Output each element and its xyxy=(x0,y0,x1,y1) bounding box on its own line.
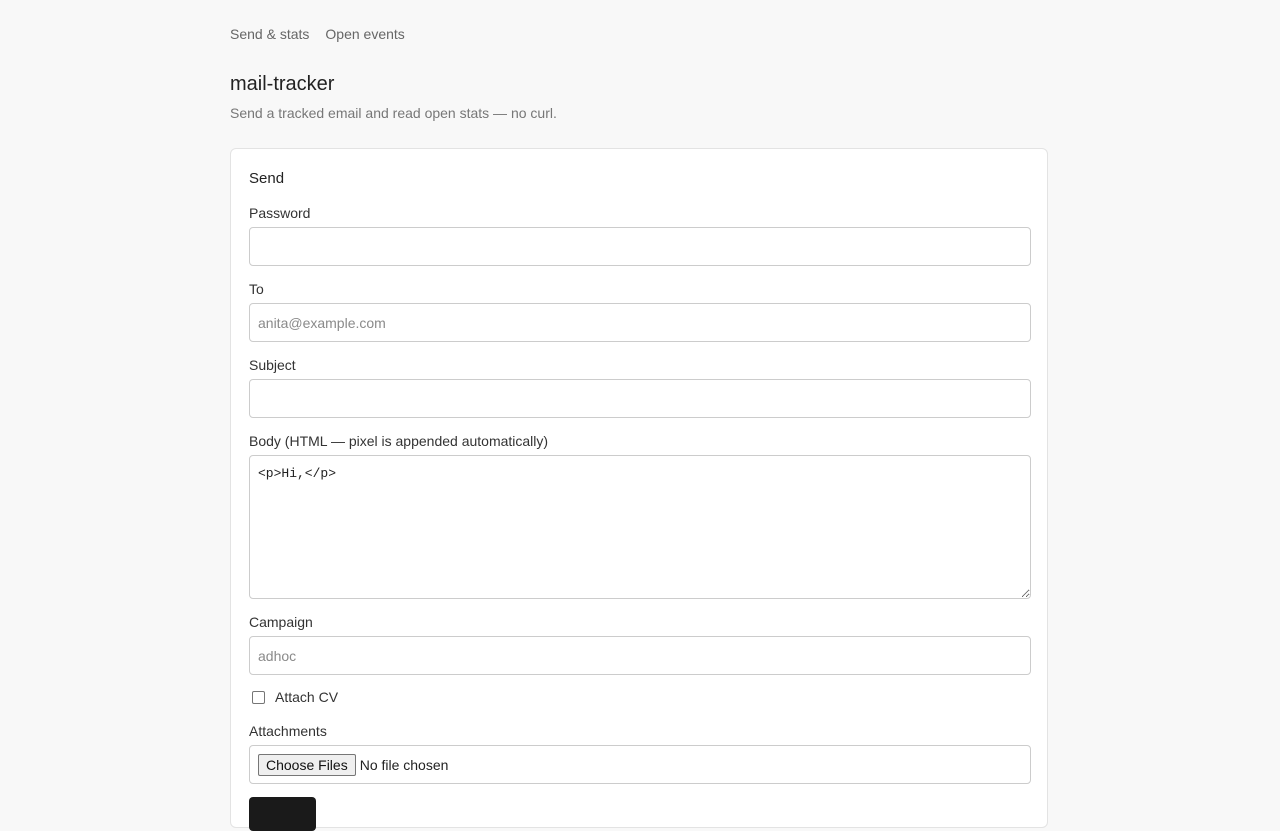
send-form-card: Send Password To Subject Body (HTML — pi… xyxy=(230,148,1048,831)
attachments-file-input[interactable]: Choose Files No file chosen xyxy=(249,745,1031,784)
attach-cv-row[interactable]: Attach CV xyxy=(252,689,338,705)
send-submit-button[interactable] xyxy=(249,797,316,831)
top-nav: Send & stats Open events xyxy=(230,26,405,42)
attachments-label: Attachments xyxy=(249,723,327,739)
subject-label: Subject xyxy=(249,357,296,373)
campaign-label: Campaign xyxy=(249,614,313,630)
page-title: mail-tracker xyxy=(230,73,335,95)
body-textarea[interactable]: <p>Hi,</p> xyxy=(249,455,1031,599)
body-label: Body (HTML — pixel is appended automatic… xyxy=(249,433,549,449)
campaign-field[interactable] xyxy=(249,636,1031,675)
password-field[interactable] xyxy=(249,227,1031,266)
to-field[interactable] xyxy=(249,303,1031,342)
password-label: Password xyxy=(249,205,311,221)
attach-cv-checkbox[interactable] xyxy=(252,690,265,704)
nav-link-open-events[interactable]: Open events xyxy=(325,26,404,42)
file-status-text: No file chosen xyxy=(359,756,449,773)
nav-link-send-stats[interactable]: Send & stats xyxy=(230,26,309,42)
send-form-title: Send xyxy=(249,170,285,187)
page-subtitle: Send a tracked email and read open stats… xyxy=(230,105,557,121)
choose-files-button[interactable]: Choose Files xyxy=(258,753,356,776)
attach-cv-label: Attach CV xyxy=(275,689,339,705)
to-label: To xyxy=(249,281,264,297)
subject-field[interactable] xyxy=(249,379,1031,418)
